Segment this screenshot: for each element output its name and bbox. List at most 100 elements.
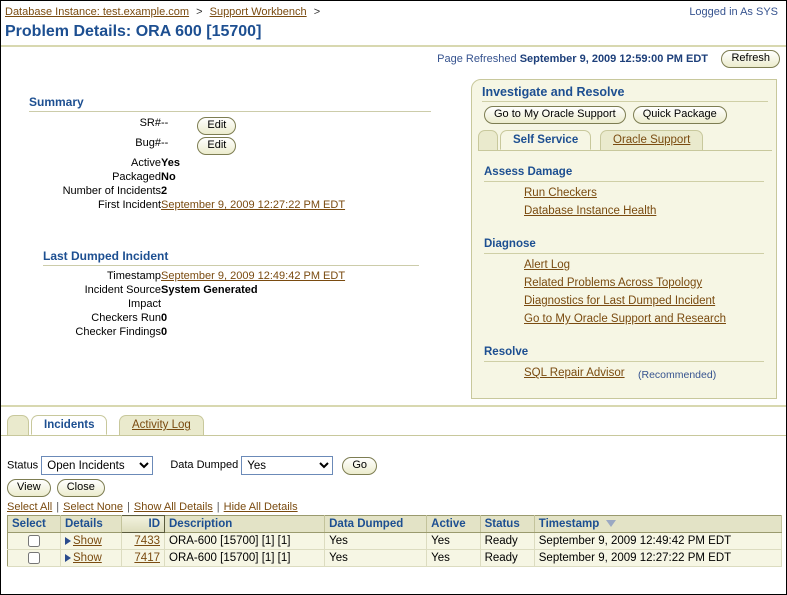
column-header-details: Details xyxy=(61,516,122,533)
page-refreshed-label: Page Refreshed xyxy=(437,53,517,65)
summary-heading: Summary xyxy=(29,95,449,109)
summary-divider xyxy=(29,111,431,112)
go-to-my-oracle-support-button[interactable]: Go to My Oracle Support xyxy=(484,106,626,124)
incident-id-link[interactable]: 7417 xyxy=(134,552,160,564)
breadcrumb-link-support-workbench[interactable]: Support Workbench xyxy=(210,6,307,18)
lastdump-row-impact: Impact xyxy=(29,297,345,311)
breadcrumb: Database Instance: test.example.com > Su… xyxy=(5,6,324,18)
last-dumped-divider xyxy=(43,265,419,266)
problem-details-page: Database Instance: test.example.com > Su… xyxy=(0,0,787,595)
section-divider xyxy=(1,405,787,407)
column-header-id[interactable]: ID xyxy=(122,516,165,533)
tab-incidents[interactable]: Incidents xyxy=(31,415,107,435)
expand-triangle-icon[interactable] xyxy=(65,554,71,562)
lastdump-label-checkers-run: Checkers Run xyxy=(29,311,161,325)
column-header-active: Active xyxy=(427,516,480,533)
last-dumped-fields: Timestamp September 9, 2009 12:49:42 PM … xyxy=(29,269,345,339)
row-id-cell: 7433 xyxy=(122,533,165,550)
lastdump-row-checker-findings: Checker Findings 0 xyxy=(29,325,345,339)
last-dumped-timestamp-link[interactable]: September 9, 2009 12:49:42 PM EDT xyxy=(161,270,345,282)
go-button[interactable]: Go xyxy=(342,457,377,475)
summary-bug-edit-cell: Edit xyxy=(183,136,345,156)
resolve-divider xyxy=(484,361,764,362)
lastdump-value-source: System Generated xyxy=(161,283,345,297)
main-tab-stub xyxy=(7,415,29,435)
incident-id-link[interactable]: 7433 xyxy=(134,535,160,547)
table-row: Show 7433 ORA-600 [15700] [1] [1] Yes Ye… xyxy=(8,533,782,550)
row-select-checkbox[interactable] xyxy=(28,535,40,547)
show-details-link[interactable]: Show xyxy=(73,552,102,564)
subtab-oracle-support[interactable]: Oracle Support xyxy=(600,130,703,150)
row-description: ORA-600 [15700] [1] [1] xyxy=(165,533,325,550)
edit-sr-button[interactable]: Edit xyxy=(197,117,236,135)
bulk-sep-3: | xyxy=(213,501,224,513)
summary-value-sr: -- xyxy=(161,116,183,136)
incidents-table-header-row: Select Details ID Description Data Dumpe… xyxy=(8,516,782,533)
row-select-checkbox[interactable] xyxy=(28,552,40,564)
quick-package-button[interactable]: Quick Package xyxy=(633,106,727,124)
link-diagnostics-for-last-dumped-incident[interactable]: Diagnostics for Last Dumped Incident xyxy=(524,295,715,307)
row-active: Yes xyxy=(427,533,480,550)
tab-activity-log[interactable]: Activity Log xyxy=(119,415,204,435)
assess-damage-divider xyxy=(484,181,764,182)
lastdump-label-impact: Impact xyxy=(29,297,161,311)
summary-value-active: Yes xyxy=(161,156,345,170)
page-refreshed: Page Refreshed September 9, 2009 12:59:0… xyxy=(437,53,708,65)
subtabs-baseline xyxy=(478,150,772,151)
column-header-timestamp[interactable]: Timestamp xyxy=(534,516,781,533)
row-status: Ready xyxy=(480,533,534,550)
edit-bug-button[interactable]: Edit xyxy=(197,137,236,155)
table-row: Show 7417 ORA-600 [15700] [1] [1] Yes Ye… xyxy=(8,550,782,567)
show-details-link[interactable]: Show xyxy=(73,535,102,547)
subtab-stub xyxy=(478,130,498,150)
row-select-cell xyxy=(8,533,61,550)
breadcrumb-link-database-instance[interactable]: Database Instance: test.example.com xyxy=(5,6,189,18)
breadcrumb-separator-2: > xyxy=(310,6,324,18)
hide-all-details-link[interactable]: Hide All Details xyxy=(224,501,298,513)
data-dumped-select[interactable]: Yes xyxy=(241,456,333,475)
tab-activity-log-label: Activity Log xyxy=(132,419,191,431)
row-description: ORA-600 [15700] [1] [1] xyxy=(165,550,325,567)
column-header-data-dumped: Data Dumped xyxy=(325,516,427,533)
row-active: Yes xyxy=(427,550,480,567)
investigate-subtabs: Self Service Oracle Support xyxy=(478,130,772,151)
select-none-link[interactable]: Select None xyxy=(63,501,123,513)
status-select[interactable]: Open Incidents xyxy=(41,456,153,475)
summary-label-bug: Bug# xyxy=(29,136,161,156)
bulk-sep-2: | xyxy=(123,501,134,513)
link-database-instance-health[interactable]: Database Instance Health xyxy=(524,205,656,217)
investigate-and-resolve-panel: Investigate and Resolve Go to My Oracle … xyxy=(471,79,777,399)
summary-value-packaged: No xyxy=(161,170,345,184)
link-go-to-my-oracle-support-and-research[interactable]: Go to My Oracle Support and Research xyxy=(524,313,726,325)
view-button[interactable]: View xyxy=(7,479,51,497)
row-select-cell xyxy=(8,550,61,567)
sort-descending-icon xyxy=(606,520,616,527)
summary-label-active: Active xyxy=(29,156,161,170)
row-timestamp: September 9, 2009 12:27:22 PM EDT xyxy=(534,550,781,567)
close-button[interactable]: Close xyxy=(57,479,105,497)
filter-row: Status Open Incidents Data Dumped Yes Go xyxy=(7,456,377,475)
page-refreshed-value: September 9, 2009 12:59:00 PM EDT xyxy=(520,53,708,65)
breadcrumb-separator-1: > xyxy=(192,6,206,18)
select-all-link[interactable]: Select All xyxy=(7,501,52,513)
tab-incidents-label: Incidents xyxy=(44,419,94,431)
row-status: Ready xyxy=(480,550,534,567)
show-all-details-link[interactable]: Show All Details xyxy=(134,501,213,513)
refresh-button[interactable]: Refresh xyxy=(721,50,780,68)
link-alert-log[interactable]: Alert Log xyxy=(524,259,570,271)
row-timestamp: September 9, 2009 12:49:42 PM EDT xyxy=(534,533,781,550)
link-run-checkers[interactable]: Run Checkers xyxy=(524,187,597,199)
data-dumped-filter-label: Data Dumped xyxy=(170,459,238,471)
subtab-self-service[interactable]: Self Service xyxy=(500,130,591,150)
link-sql-repair-advisor[interactable]: SQL Repair Advisor xyxy=(524,367,625,379)
first-incident-link[interactable]: September 9, 2009 12:27:22 PM EDT xyxy=(161,199,345,211)
expand-triangle-icon[interactable] xyxy=(65,537,71,545)
summary-label-incident-count: Number of Incidents xyxy=(29,184,161,198)
investigate-title-divider xyxy=(482,101,768,102)
summary-fields: SR# -- Edit Bug# -- Edit Active Yes Pack… xyxy=(29,116,345,212)
link-related-problems-across-topology[interactable]: Related Problems Across Topology xyxy=(524,277,702,289)
main-tabs-baseline xyxy=(1,435,787,436)
summary-row-packaged: Packaged No xyxy=(29,170,345,184)
column-header-select: Select xyxy=(8,516,61,533)
last-dumped-incident-section: Last Dumped Incident xyxy=(43,249,433,266)
